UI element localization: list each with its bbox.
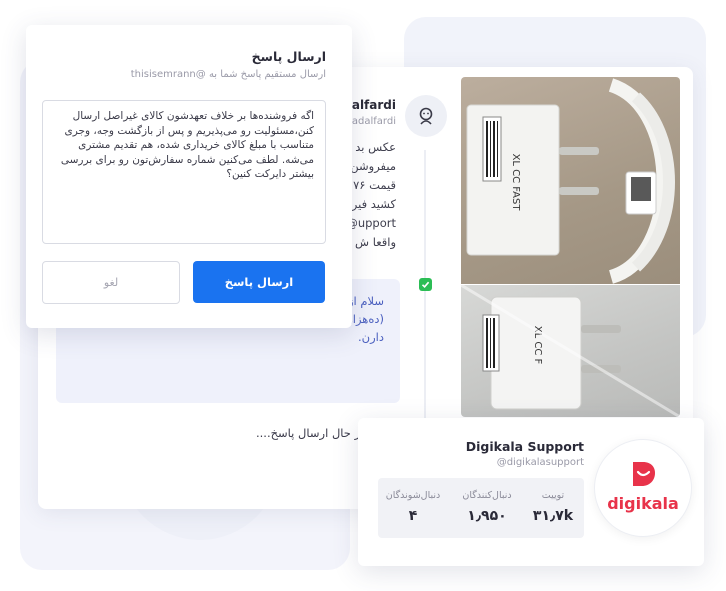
charger-photo-top[interactable]: XL CC FAST (461, 77, 680, 284)
send-reply-button[interactable]: ارسال پاسخ (193, 261, 325, 303)
stat-tweets: توییت ۳۱٫۷k (522, 478, 584, 538)
reply-textarea-value[interactable]: اگه فروشنده‌ها بر خلاف تعهدشون کالای غیر… (54, 109, 314, 182)
tweet-photos[interactable]: XL CC FAST XL CC F (461, 77, 680, 417)
profile-handle[interactable]: @digikalasupport (497, 457, 584, 468)
stat-followers: دنبال‌کنندگان ۱٫۹۵۰ (456, 478, 518, 538)
charger-label: XL CC FAST (510, 154, 521, 212)
profile-card: Digikala Support @digikalasupport توییت … (358, 418, 704, 566)
profile-name[interactable]: Digikala Support (466, 439, 584, 454)
stat-label: دنبال‌کنندگان (462, 490, 512, 501)
dialog-subtitle: ارسال مستقیم پاسخ شما به @thisisemrann (130, 69, 326, 80)
check-icon (419, 278, 432, 291)
stat-value: ۳۱٫۷k (532, 508, 574, 524)
stat-label: توییت (541, 490, 565, 501)
logo-wordmark: digikala (607, 494, 679, 513)
digikala-logo[interactable]: digikala (594, 439, 692, 537)
charger-photo-bottom[interactable]: XL CC F (461, 283, 680, 417)
stat-label: دنبال‌شوندگان (385, 490, 441, 501)
sending-status: در حال ارسال پاسخ.... (256, 426, 366, 440)
barcode-icon (482, 314, 500, 372)
dialog-title: ارسال پاسخ (251, 49, 326, 64)
reply-dialog: ارسال پاسخ ارسال مستقیم پاسخ شما به @thi… (26, 25, 352, 328)
stat-following: دنبال‌شوندگان ۴ (382, 478, 444, 538)
user-avatar-icon[interactable] (405, 95, 447, 137)
stat-value: ۴ (408, 508, 418, 524)
stat-value: ۱٫۹۵۰ (467, 508, 507, 524)
profile-stats: توییت ۳۱٫۷k دنبال‌کنندگان ۱٫۹۵۰ دنبال‌شو… (378, 478, 584, 538)
cancel-button[interactable]: لغو (42, 261, 180, 304)
barcode-icon (482, 116, 502, 182)
shopping-bag-icon (633, 462, 655, 486)
